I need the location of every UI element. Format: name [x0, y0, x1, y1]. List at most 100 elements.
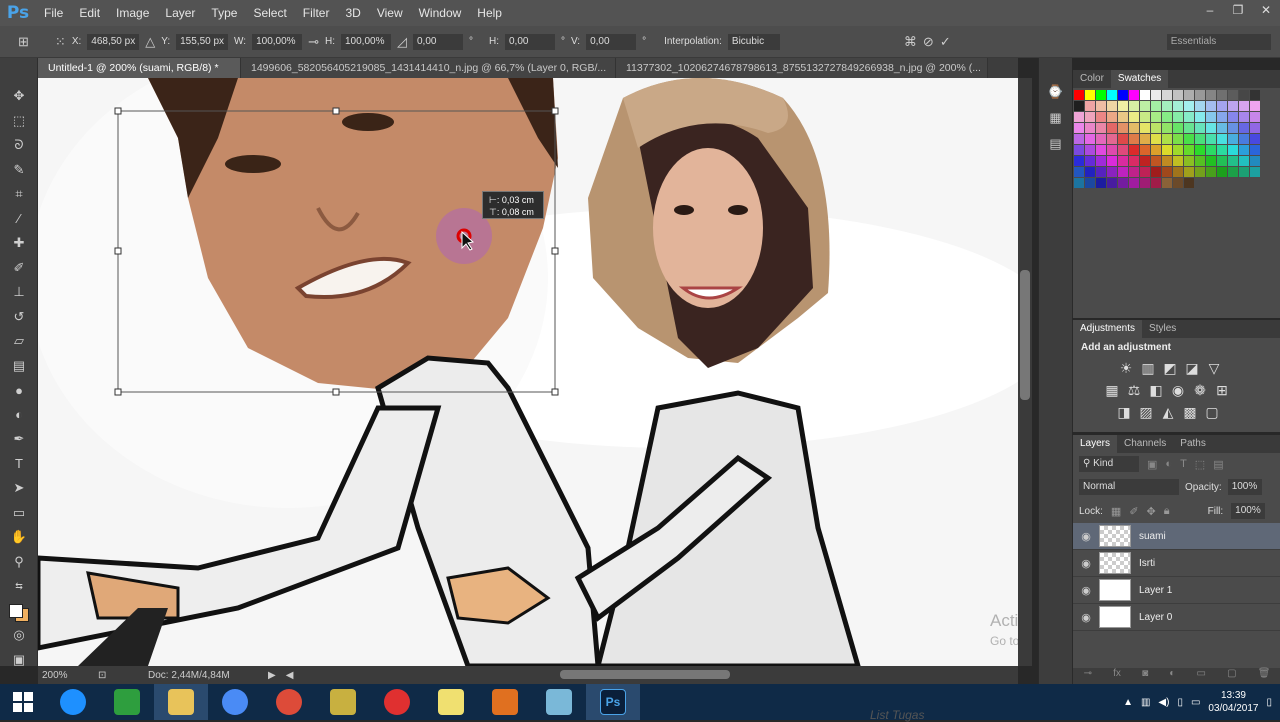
- swatch[interactable]: [1074, 123, 1084, 133]
- tab-untitled-1[interactable]: Untitled-1 @ 200% (suami, RGB/8) *: [38, 58, 241, 78]
- visibility-eye-icon[interactable]: ◉: [1073, 557, 1099, 570]
- swatch[interactable]: [1096, 178, 1106, 188]
- move-tool-icon[interactable]: ✥: [0, 84, 38, 109]
- swatch[interactable]: [1096, 112, 1106, 122]
- swatch[interactable]: [1195, 145, 1205, 155]
- swatch[interactable]: [1107, 167, 1117, 177]
- swatch[interactable]: [1074, 112, 1084, 122]
- swatch[interactable]: [1184, 112, 1194, 122]
- eraser-tool-icon[interactable]: ▱: [0, 329, 38, 354]
- reference-point-icon[interactable]: ⁙: [55, 34, 66, 50]
- swatch[interactable]: [1162, 101, 1172, 111]
- swatch[interactable]: [1239, 123, 1249, 133]
- swatch[interactable]: [1184, 123, 1194, 133]
- swatch[interactable]: [1228, 101, 1238, 111]
- swatch[interactable]: [1096, 134, 1106, 144]
- blend-mode-select[interactable]: Normal: [1079, 479, 1179, 495]
- swatch[interactable]: [1184, 90, 1194, 100]
- brush-tool-icon[interactable]: ✐: [0, 256, 38, 281]
- swatch[interactable]: [1206, 134, 1216, 144]
- swatch[interactable]: [1096, 145, 1106, 155]
- blur-tool-icon[interactable]: ●: [0, 378, 38, 403]
- swatch[interactable]: [1140, 112, 1150, 122]
- swatch[interactable]: [1250, 156, 1260, 166]
- swatch[interactable]: [1195, 101, 1205, 111]
- fill-field[interactable]: 100%: [1231, 503, 1266, 519]
- swatch[interactable]: [1184, 145, 1194, 155]
- hskew-field[interactable]: 0,00: [505, 33, 555, 50]
- swatch[interactable]: [1107, 156, 1117, 166]
- network-icon[interactable]: ▥: [1141, 697, 1150, 708]
- swatch[interactable]: [1250, 123, 1260, 133]
- start-button[interactable]: [0, 684, 46, 720]
- swatch[interactable]: [1206, 167, 1216, 177]
- swatch[interactable]: [1151, 123, 1161, 133]
- quick-select-tool-icon[interactable]: ✎: [0, 158, 38, 183]
- type-tool-icon[interactable]: T: [0, 452, 38, 477]
- swatch[interactable]: [1173, 101, 1183, 111]
- swatch[interactable]: [1184, 167, 1194, 177]
- tab-paths[interactable]: Paths: [1173, 435, 1213, 453]
- group-icon[interactable]: ▭: [1196, 668, 1205, 684]
- swatch[interactable]: [1239, 112, 1249, 122]
- swatch[interactable]: [1085, 123, 1095, 133]
- swatch[interactable]: [1074, 134, 1084, 144]
- swatch[interactable]: [1217, 123, 1227, 133]
- transform-tool-icon[interactable]: ⊞: [18, 34, 29, 50]
- angle-field[interactable]: 0,00: [413, 33, 463, 50]
- swatch[interactable]: [1085, 145, 1095, 155]
- keyboard-icon[interactable]: ▭: [1191, 697, 1200, 708]
- healing-brush-icon[interactable]: ✚: [0, 231, 38, 256]
- swatch[interactable]: [1151, 90, 1161, 100]
- speaker-icon[interactable]: ◀): [1158, 697, 1169, 708]
- menu-window[interactable]: Window: [411, 0, 470, 26]
- swatch[interactable]: [1162, 112, 1172, 122]
- tab-adjustments[interactable]: Adjustments: [1073, 320, 1143, 338]
- swatch[interactable]: [1217, 156, 1227, 166]
- swatch[interactable]: [1129, 178, 1139, 188]
- swatch[interactable]: [1250, 167, 1260, 177]
- camstudio-icon[interactable]: [316, 684, 370, 720]
- swatch[interactable]: [1118, 90, 1128, 100]
- menu-3d[interactable]: 3D: [337, 0, 368, 26]
- scroll-left-icon[interactable]: ◀: [286, 670, 294, 681]
- swatch[interactable]: [1140, 178, 1150, 188]
- visibility-eye-icon[interactable]: ◉: [1073, 611, 1099, 624]
- swatch[interactable]: [1217, 145, 1227, 155]
- visibility-eye-icon[interactable]: ◉: [1073, 530, 1099, 543]
- swatch[interactable]: [1206, 123, 1216, 133]
- swatch[interactable]: [1173, 134, 1183, 144]
- gradient-tool-icon[interactable]: ▤: [0, 354, 38, 379]
- menu-select[interactable]: Select: [245, 0, 294, 26]
- swatch[interactable]: [1140, 156, 1150, 166]
- swatch[interactable]: [1140, 123, 1150, 133]
- swatch[interactable]: [1162, 90, 1172, 100]
- swatch[interactable]: [1107, 134, 1117, 144]
- swatch[interactable]: [1206, 156, 1216, 166]
- swatch[interactable]: [1085, 112, 1095, 122]
- recorder-icon[interactable]: [370, 684, 424, 720]
- path-select-icon[interactable]: ➤: [0, 476, 38, 501]
- swatch[interactable]: [1195, 167, 1205, 177]
- swatch[interactable]: [1140, 90, 1150, 100]
- swatch[interactable]: [1096, 123, 1106, 133]
- clock[interactable]: 13:39 03/04/2017: [1208, 689, 1258, 715]
- gradient-map-icon[interactable]: ▩: [1179, 401, 1201, 423]
- battery-icon[interactable]: ▯: [1177, 697, 1183, 708]
- swatch[interactable]: [1129, 156, 1139, 166]
- levels-icon[interactable]: ▥: [1137, 357, 1159, 379]
- trash-icon[interactable]: 🗑︎: [1258, 668, 1271, 684]
- lock-all-icon[interactable]: 🔒︎: [1164, 505, 1170, 518]
- swatch[interactable]: [1129, 134, 1139, 144]
- zoom-tool-icon[interactable]: ⚲: [0, 550, 38, 575]
- lock-pixels-icon[interactable]: ✐: [1129, 505, 1138, 518]
- warp-icon[interactable]: ⌘: [904, 34, 917, 50]
- swatch[interactable]: [1118, 167, 1128, 177]
- layer-row-suami[interactable]: ◉ suami: [1073, 523, 1280, 550]
- cancel-transform-icon[interactable]: ⊘: [923, 34, 934, 50]
- store-icon[interactable]: [100, 684, 154, 720]
- swatch[interactable]: [1151, 156, 1161, 166]
- brightness-icon[interactable]: ☀: [1115, 357, 1137, 379]
- menu-help[interactable]: Help: [469, 0, 510, 26]
- swatch[interactable]: [1250, 112, 1260, 122]
